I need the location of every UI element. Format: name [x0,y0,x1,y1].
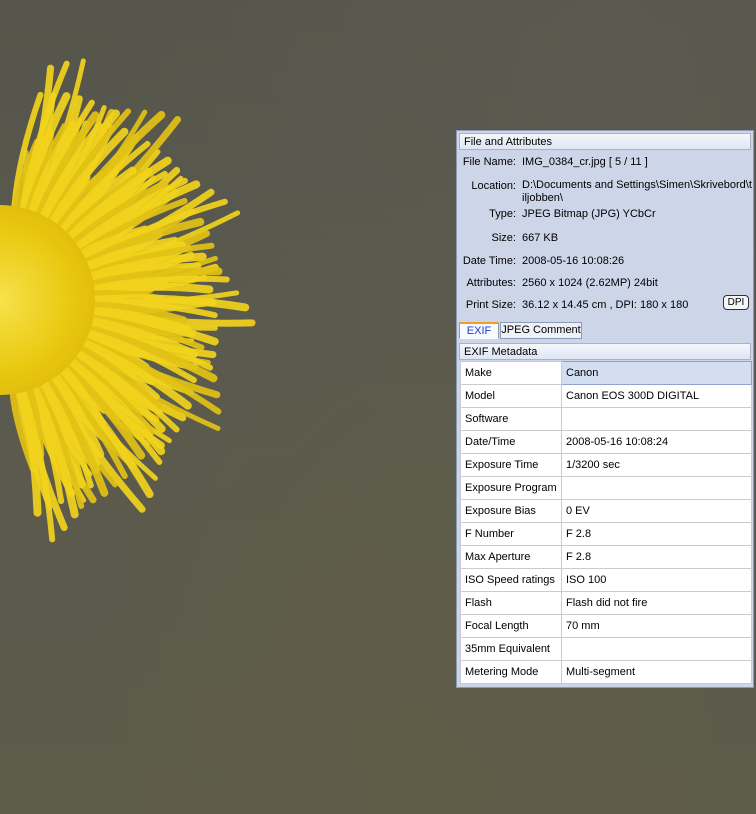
table-row[interactable]: Exposure Time 1/3200 sec [460,453,752,477]
exif-value-cell[interactable]: Flash did not fire [561,591,752,615]
date-time-value: 2008-05-16 10:08:26 [522,255,625,267]
table-row[interactable]: Date/Time 2008-05-16 10:08:24 [460,430,752,454]
exif-key-cell[interactable]: Exposure Program [460,476,562,500]
exif-table: Make Canon Model Canon EOS 300D DIGITAL Soft… [460,361,752,684]
table-row[interactable]: 35mm Equivalent [460,637,752,661]
date-time-label: Date Time: [462,255,516,267]
table-row[interactable]: Metering Mode Multi-segment [460,660,752,684]
exif-value-cell[interactable] [561,407,752,431]
exif-value-cell[interactable] [561,637,752,661]
exif-value-cell[interactable]: F 2.8 [561,522,752,546]
exif-key-cell[interactable]: Software [460,407,562,431]
tab-jpeg-comment[interactable]: JPEG Comment [500,322,582,339]
exif-key-cell[interactable]: Make [460,361,562,385]
exif-key-cell[interactable]: 35mm Equivalent [460,637,562,661]
exif-value-cell[interactable]: F 2.8 [561,545,752,569]
exif-key-cell[interactable]: F Number [460,522,562,546]
file-name-value: IMG_0384_cr.jpg [ 5 / 11 ] [522,156,648,168]
table-row[interactable]: Exposure Bias 0 EV [460,499,752,523]
exif-value-cell[interactable]: 0 EV [561,499,752,523]
file-name-label: File Name: [462,156,516,168]
exif-value-cell[interactable] [561,476,752,500]
exif-key-cell[interactable]: ISO Speed ratings [460,568,562,592]
exif-value-cell[interactable]: Canon EOS 300D DIGITAL [561,384,752,408]
flower-photo [0,58,256,543]
exif-key-cell[interactable]: Exposure Time [460,453,562,477]
size-value: 667 KB [522,232,559,244]
type-label: Type: [489,208,516,220]
exif-value-cell[interactable]: 70 mm [561,614,752,638]
exif-key-cell[interactable]: Model [460,384,562,408]
image-info-panel: File and Attributes File Name: IMG_0384_… [456,130,754,688]
table-row[interactable]: Exposure Program [460,476,752,500]
dpi-button[interactable]: DPI [723,295,749,310]
exif-key-cell[interactable]: Max Aperture [460,545,562,569]
print-size-label: Print Size: [465,299,516,311]
attributes-label: Attributes: [466,277,516,289]
table-row[interactable]: Model Canon EOS 300D DIGITAL [460,384,752,408]
exif-key-cell[interactable]: Focal Length [460,614,562,638]
exif-value-cell[interactable]: 1/3200 sec [561,453,752,477]
attributes-value: 2560 x 1024 (2.62MP) 24bit [522,277,658,289]
exif-value-cell[interactable]: 2008-05-16 10:08:24 [561,430,752,454]
table-row[interactable]: Focal Length 70 mm [460,614,752,638]
table-row[interactable]: Max Aperture F 2.8 [460,545,752,569]
exif-key-cell[interactable]: Date/Time [460,430,562,454]
exif-value-cell[interactable]: Multi-segment [561,660,752,684]
table-row[interactable]: ISO Speed ratings ISO 100 [460,568,752,592]
exif-key-cell[interactable]: Metering Mode [460,660,562,684]
table-row[interactable]: Flash Flash did not fire [460,591,752,615]
print-size-value: 36.12 x 14.45 cm , DPI: 180 x 180 [522,299,689,311]
table-row[interactable]: Software [460,407,752,431]
file-attributes-header: File and Attributes [459,133,751,150]
location-label: Location: [471,180,516,192]
exif-metadata-header: EXIF Metadata [459,343,751,360]
exif-value-cell[interactable]: ISO 100 [561,568,752,592]
size-label: Size: [491,232,516,244]
table-row[interactable]: F Number F 2.8 [460,522,752,546]
exif-value-cell[interactable]: Canon [561,361,752,385]
table-row[interactable]: Make Canon [460,361,752,385]
location-value: D:\Documents and Settings\Simen\Skrivebo… [522,179,752,204]
tab-exif[interactable]: EXIF [459,322,499,339]
type-value: JPEG Bitmap (JPG) YCbCr [522,208,656,220]
exif-key-cell[interactable]: Flash [460,591,562,615]
exif-key-cell[interactable]: Exposure Bias [460,499,562,523]
